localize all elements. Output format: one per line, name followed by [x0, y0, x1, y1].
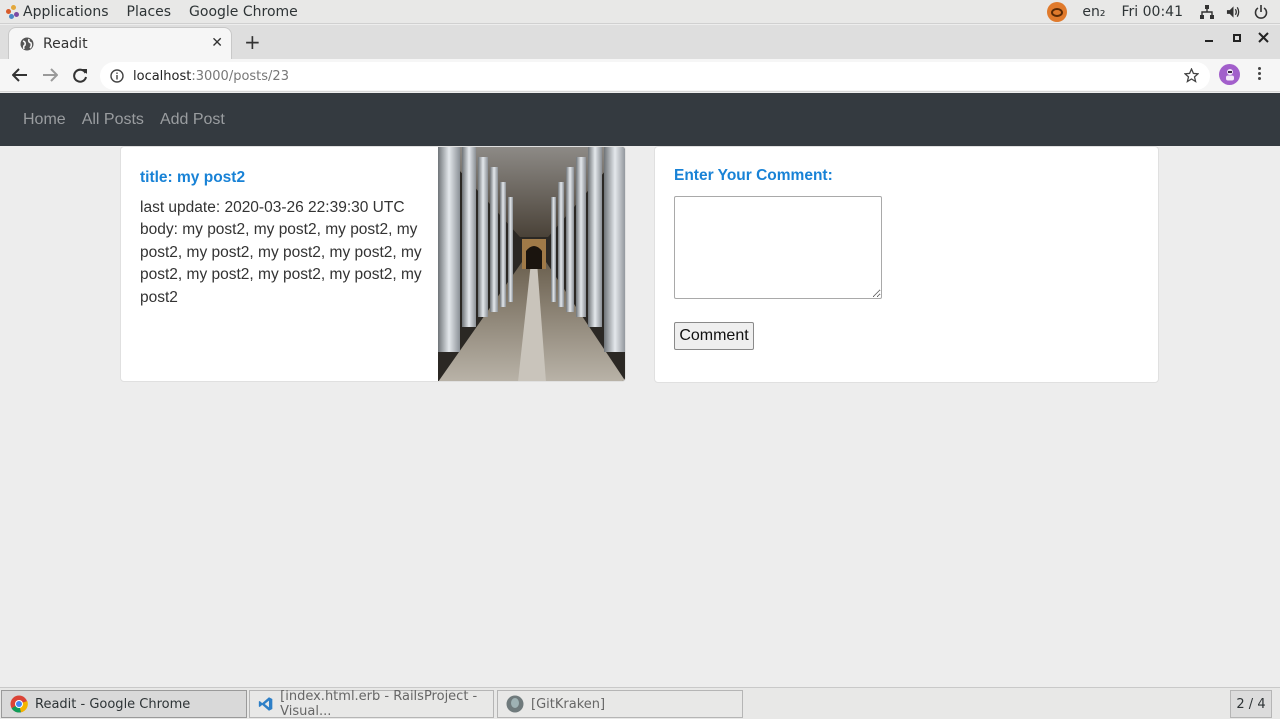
- info-icon[interactable]: [110, 69, 124, 83]
- close-window-icon[interactable]: [1258, 32, 1269, 47]
- power-icon[interactable]: [1253, 5, 1268, 20]
- places-menu[interactable]: Places: [118, 0, 181, 24]
- tab-strip: Readit ✕ +: [0, 25, 1280, 59]
- post-title: title: my post2: [140, 169, 246, 186]
- taskbar: Readit - Google Chrome [index.html.erb -…: [0, 687, 1280, 719]
- comment-button[interactable]: Comment: [674, 322, 754, 350]
- post-updated: last update: 2020-03-26 22:39:30 UTC: [140, 198, 405, 216]
- vscode-icon: [258, 697, 273, 711]
- nav-all-posts-link[interactable]: All Posts: [74, 111, 152, 129]
- url-host: localhost: [133, 68, 192, 84]
- close-tab-icon[interactable]: ✕: [211, 35, 223, 51]
- keyboard-layout-indicator[interactable]: en₂: [1082, 4, 1105, 20]
- comment-card: Enter Your Comment: Comment: [654, 146, 1159, 383]
- nav-home-link[interactable]: Home: [15, 111, 74, 129]
- minimize-icon[interactable]: [1204, 32, 1214, 47]
- url-path: :3000/posts/23: [191, 68, 289, 84]
- tab-title: Readit: [43, 35, 88, 52]
- update-notifier-icon[interactable]: [1047, 2, 1068, 22]
- google-chrome-menu[interactable]: Google Chrome: [180, 0, 307, 24]
- chrome-icon: [10, 695, 28, 713]
- post-body: body: my post2, my post2, my post2, my p…: [140, 221, 422, 306]
- site-navbar: Home All Posts Add Post: [0, 93, 1280, 146]
- post-image: [438, 147, 625, 381]
- maximize-icon[interactable]: [1232, 32, 1242, 47]
- applications-menu[interactable]: Applications: [21, 0, 118, 24]
- task-vscode[interactable]: [index.html.erb - RailsProject - Visual.…: [249, 689, 494, 719]
- task-label: [GitKraken]: [531, 696, 606, 712]
- nav-add-post-link[interactable]: Add Post: [152, 111, 233, 129]
- volume-icon[interactable]: [1226, 5, 1241, 20]
- bookmark-star-icon[interactable]: [1184, 68, 1199, 83]
- profile-avatar-icon[interactable]: [1219, 64, 1240, 85]
- new-tab-icon[interactable]: +: [244, 30, 261, 54]
- address-bar[interactable]: localhost:3000/posts/23: [100, 62, 1210, 90]
- clock[interactable]: Fri 00:41: [1122, 4, 1183, 20]
- post-card: title: my post2 last update: 2020-03-26 …: [120, 146, 626, 382]
- task-gitkraken[interactable]: [GitKraken]: [497, 690, 743, 718]
- browser-toolbar: localhost:3000/posts/23: [0, 59, 1280, 92]
- task-label: [index.html.erb - RailsProject - Visual.…: [280, 689, 478, 719]
- comment-textarea[interactable]: [674, 196, 882, 299]
- back-icon[interactable]: [10, 65, 30, 85]
- tab-readit[interactable]: Readit ✕: [8, 27, 232, 59]
- gitkraken-icon: [506, 695, 524, 713]
- network-icon[interactable]: [1199, 5, 1214, 20]
- comment-label: Enter Your Comment:: [674, 167, 833, 184]
- workspace-switcher[interactable]: 2 / 4: [1230, 690, 1272, 718]
- task-chrome[interactable]: Readit - Google Chrome: [1, 690, 247, 718]
- applications-icon: [6, 4, 20, 19]
- gnome-top-bar: Applications Places Google Chrome en₂ Fr…: [0, 0, 1280, 24]
- globe-icon: [20, 37, 34, 50]
- forward-icon[interactable]: [40, 65, 60, 85]
- task-label: Readit - Google Chrome: [35, 696, 191, 712]
- reload-icon[interactable]: [70, 65, 90, 85]
- chrome-menu-icon[interactable]: [1258, 67, 1262, 80]
